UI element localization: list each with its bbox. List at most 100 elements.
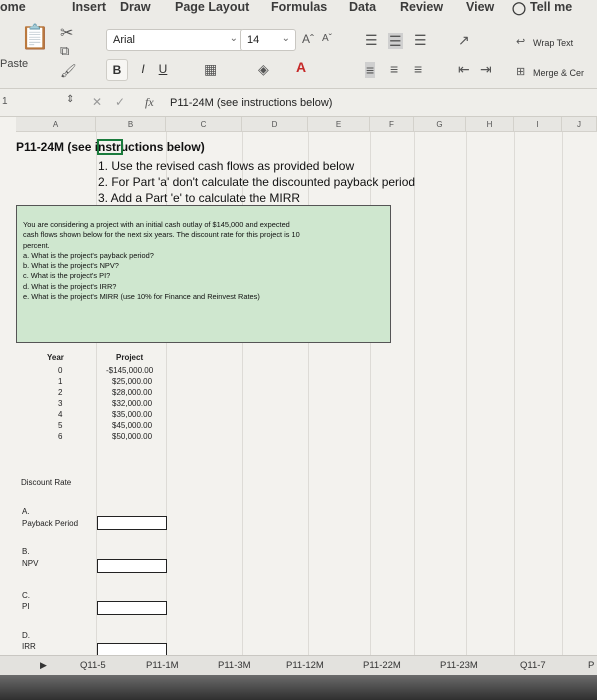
sheet-tab[interactable]: P11-3M xyxy=(218,660,251,671)
grid-line xyxy=(514,132,515,655)
tab-data[interactable]: Data xyxy=(349,0,376,14)
column-header-j[interactable]: J xyxy=(562,117,597,132)
part-d-label: IRR xyxy=(22,642,36,651)
wrap-text-icon: ↩ xyxy=(516,36,526,48)
cash-flow-cell[interactable]: $35,000.00 xyxy=(112,410,152,419)
column-header-d[interactable]: D xyxy=(242,117,308,132)
scroll-tabs-icon[interactable]: ▶ xyxy=(40,660,47,671)
sheet-tab[interactable]: Q11-7 xyxy=(520,660,546,671)
column-header-e[interactable]: E xyxy=(308,117,370,132)
decrease-font-icon[interactable]: Aˇ xyxy=(322,34,332,44)
sheet-tab[interactable]: P11-22M xyxy=(363,660,401,671)
italic-button[interactable]: I xyxy=(132,59,154,81)
font-size-select[interactable]: 14 ⌄ xyxy=(240,29,296,51)
sheet-tab[interactable]: P11-12M xyxy=(286,660,324,671)
sheet-tab[interactable]: Q11-5 xyxy=(80,660,106,671)
year-cell[interactable]: 2 xyxy=(58,388,62,397)
part-b-label: NPV xyxy=(22,559,39,568)
problem-text-box[interactable]: You are considering a project with an in… xyxy=(16,205,391,343)
borders-icon[interactable]: ▦ xyxy=(204,62,217,76)
payback-period-answer[interactable] xyxy=(97,516,167,530)
function-icon[interactable]: fx xyxy=(145,96,154,108)
column-header-f[interactable]: F xyxy=(370,117,414,132)
column-header-h[interactable]: H xyxy=(466,117,514,132)
orientation-icon[interactable]: ↗ xyxy=(458,33,470,47)
format-painter-icon[interactable]: 🖌 xyxy=(60,64,77,77)
year-cell[interactable]: 6 xyxy=(58,432,62,441)
underline-button[interactable]: U xyxy=(152,59,174,81)
cash-flow-cell[interactable]: $50,000.00 xyxy=(112,432,152,441)
align-middle-icon[interactable]: ☰ xyxy=(388,33,403,49)
font-color-icon[interactable]: A xyxy=(296,60,306,74)
problem-line: a. What is the project's payback period? xyxy=(23,250,154,260)
year-cell[interactable]: 1 xyxy=(58,377,62,386)
column-header-b[interactable]: B xyxy=(96,117,166,132)
tab-review[interactable]: Review xyxy=(400,0,443,14)
merge-center-button[interactable]: Merge & Cer xyxy=(533,68,584,78)
problem-line: c. What is the project's PI? xyxy=(23,271,111,281)
cut-icon[interactable]: ✂ xyxy=(60,26,73,42)
confirm-icon[interactable]: ✓ xyxy=(115,96,125,108)
ribbon-toolbar: 📋 ✂ ⧉ 🖌 Paste xyxy=(0,20,597,89)
align-left-icon[interactable]: ≡ xyxy=(365,62,376,78)
cash-flow-cell[interactable]: $32,000.00 xyxy=(112,399,152,408)
instruction-line: 3. Add a Part 'e' to calculate the MIRR xyxy=(98,191,301,205)
part-a-label: Payback Period xyxy=(22,519,79,528)
decrease-indent-icon[interactable]: ⇤ xyxy=(458,62,470,76)
npv-answer[interactable] xyxy=(97,559,167,573)
problem-line: e. What is the project's MIRR (use 10% f… xyxy=(23,292,260,302)
formula-input[interactable]: P11-24M (see instructions below) xyxy=(170,97,332,109)
column-header-a[interactable]: A xyxy=(16,117,96,132)
stepper-icon[interactable]: ⇕ xyxy=(66,95,74,105)
year-cell[interactable]: 4 xyxy=(58,410,62,419)
sheet-tab[interactable]: P11-23M xyxy=(440,660,478,671)
bold-label: B xyxy=(112,63,122,77)
tab-draw[interactable]: Draw xyxy=(120,0,151,14)
bold-button[interactable]: B xyxy=(106,59,128,81)
sheet-tab[interactable]: P xyxy=(588,660,594,671)
wrap-text-button[interactable]: Wrap Text xyxy=(533,38,573,48)
paste-icon[interactable]: 📋 xyxy=(20,26,50,50)
instruction-line: 2. For Part 'a' don't calculate the disc… xyxy=(98,175,416,189)
align-bottom-icon[interactable]: ☰ xyxy=(414,33,427,47)
cancel-icon[interactable]: ✕ xyxy=(92,96,102,108)
tab-view[interactable]: View xyxy=(466,0,494,14)
cash-flow-cell[interactable]: $25,000.00 xyxy=(112,377,152,386)
underline-label: U xyxy=(158,62,168,76)
irr-answer[interactable] xyxy=(97,643,167,655)
active-cell-selection xyxy=(97,139,123,155)
sheet-tab[interactable]: P11-1M xyxy=(146,660,179,671)
sheet-tab-bar: ▶ Q11-5 P11-1M P11-3M P11-12M P11-22M P1… xyxy=(0,655,597,675)
tab-formulas[interactable]: Formulas xyxy=(271,0,327,14)
column-header-i[interactable]: I xyxy=(514,117,562,132)
grid-line xyxy=(466,132,467,655)
tab-insert[interactable]: Insert xyxy=(72,0,106,14)
cash-flow-cell[interactable]: -$145,000.00 xyxy=(106,366,153,375)
name-box[interactable]: 1 xyxy=(2,97,8,107)
part-c-letter: C. xyxy=(22,591,30,600)
column-header-c[interactable]: C xyxy=(166,117,242,132)
copy-icon[interactable]: ⧉ xyxy=(60,44,69,57)
part-a-letter: A. xyxy=(22,507,30,516)
tab-home[interactable]: ome xyxy=(0,0,26,14)
column-header-g[interactable]: G xyxy=(414,117,466,132)
part-c-label: PI xyxy=(22,602,30,611)
year-cell[interactable]: 3 xyxy=(58,399,62,408)
tab-tell-me[interactable]: Tell me xyxy=(530,0,572,14)
year-header: Year xyxy=(47,353,64,362)
year-cell[interactable]: 5 xyxy=(58,421,62,430)
tab-page-layout[interactable]: Page Layout xyxy=(175,0,249,14)
cash-flow-cell[interactable]: $28,000.00 xyxy=(112,388,152,397)
pi-answer[interactable] xyxy=(97,601,167,615)
font-name-select[interactable]: Arial ⌄ xyxy=(106,29,244,51)
increase-indent-icon[interactable]: ⇥ xyxy=(480,62,492,76)
font-name-value: Arial xyxy=(113,34,136,46)
cash-flow-cell[interactable]: $45,000.00 xyxy=(112,421,152,430)
align-top-icon[interactable]: ☰ xyxy=(365,33,378,47)
increase-font-icon[interactable]: Aˆ xyxy=(302,33,314,45)
fill-color-icon[interactable]: ◈ xyxy=(258,62,269,76)
year-cell[interactable]: 0 xyxy=(58,366,62,375)
align-right-icon[interactable]: ≡ xyxy=(414,62,422,76)
chevron-down-icon: ⌄ xyxy=(229,33,238,44)
align-center-icon[interactable]: ≡ xyxy=(390,62,398,76)
